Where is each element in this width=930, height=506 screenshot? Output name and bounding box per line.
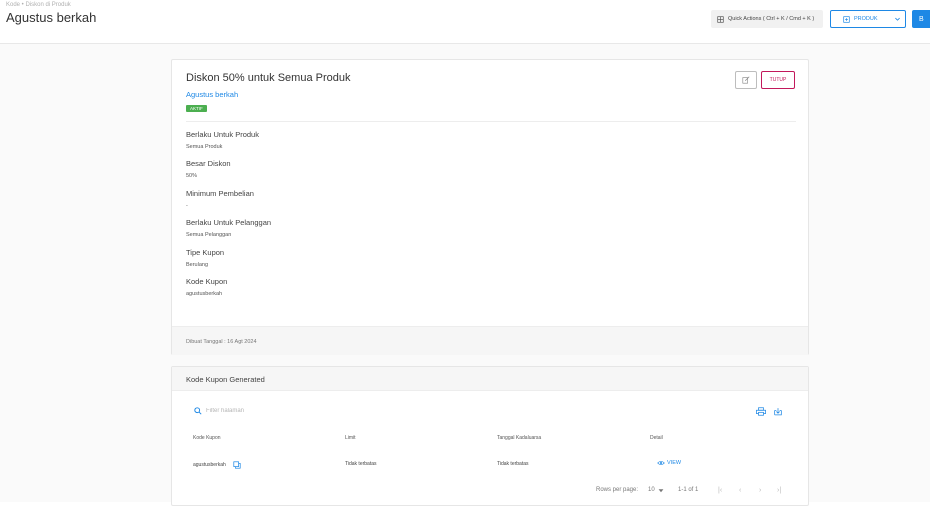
field-value: - xyxy=(186,203,188,209)
search-icon xyxy=(194,407,202,415)
pagination-range: 1-1 of 1 xyxy=(678,487,699,493)
created-date: Dibuat Tanggal : 16 Agt 2024 xyxy=(172,326,808,355)
field-label: Kode Kupon xyxy=(186,277,228,286)
field-besar-diskon: Besar Diskon 50% xyxy=(186,159,231,179)
field-minimum-pembelian: Minimum Pembelian - xyxy=(186,189,254,209)
rows-per-page-value: 10 xyxy=(648,487,655,493)
field-kode-kupon: Kode Kupon agustusberkah xyxy=(186,277,227,297)
main-content: Diskon 50% untuk Semua Produk Agustus be… xyxy=(0,44,930,506)
produk-label: PRODUK xyxy=(854,16,878,22)
rows-per-page-select[interactable]: 10 xyxy=(648,487,664,493)
filter-input[interactable] xyxy=(206,405,406,417)
coupon-codes-card: Kode Kupon Generated Kode Kupon Limit Ta… xyxy=(171,366,809,506)
field-label: Berlaku Untuk Pelanggan xyxy=(186,218,272,227)
discount-detail-card: Diskon 50% untuk Semua Produk Agustus be… xyxy=(171,59,809,355)
field-tipe-kupon: Tipe Kupon Berulang xyxy=(186,248,224,268)
field-pelanggan: Berlaku Untuk Pelanggan Semua Pelanggan xyxy=(186,218,271,238)
field-value: 50% xyxy=(186,173,198,179)
print-icon[interactable] xyxy=(756,407,766,416)
discount-title: Diskon 50% untuk Semua Produk xyxy=(186,72,351,84)
view-link[interactable]: VIEW xyxy=(657,460,681,466)
tutup-button[interactable]: TUTUP xyxy=(761,71,795,89)
command-icon xyxy=(717,15,724,23)
field-label: Besar Diskon xyxy=(186,159,231,168)
field-value: Semua Produk xyxy=(186,144,223,150)
primary-action-label: B xyxy=(919,15,924,23)
edit-button[interactable] xyxy=(735,71,757,89)
coupon-limit: Tidak terbatas xyxy=(345,461,377,467)
field-label: Tipe Kupon xyxy=(186,248,225,257)
chevron-down-icon xyxy=(894,17,900,21)
rows-per-page-label: Rows per page: xyxy=(596,487,639,493)
breadcrumb[interactable]: Kode • Diskon di Produk xyxy=(6,2,71,8)
download-icon[interactable] xyxy=(773,407,783,416)
last-page-icon[interactable]: ›| xyxy=(777,487,781,494)
field-produk: Berlaku Untuk Produk Semua Produk xyxy=(186,130,259,150)
column-header-detail[interactable]: Detail xyxy=(650,435,663,441)
produk-button[interactable]: PRODUK xyxy=(830,10,906,28)
field-value: agustusberkah xyxy=(186,291,223,297)
column-header-limit[interactable]: Limit xyxy=(345,435,356,441)
status-badge: AKTIF xyxy=(186,105,207,112)
column-header-kode[interactable]: Kode Kupon xyxy=(193,435,221,441)
caret-down-icon xyxy=(658,488,664,492)
first-page-icon[interactable]: |‹ xyxy=(718,487,722,494)
plus-box-icon xyxy=(843,15,850,23)
coupon-code: agustusberkah xyxy=(193,462,226,468)
field-label: Minimum Pembelian xyxy=(186,189,254,198)
field-value: Semua Pelanggan xyxy=(186,232,232,238)
quick-actions-button[interactable]: Quick Actions ( Ctrl + K / Cmd + K ) xyxy=(711,10,823,28)
coupon-code-cell: agustusberkah xyxy=(193,461,241,469)
prev-page-icon[interactable]: ‹ xyxy=(739,487,741,494)
column-header-expiry[interactable]: Tanggal Kadaluarsa xyxy=(497,435,541,441)
next-page-icon[interactable]: › xyxy=(759,487,761,494)
edit-icon xyxy=(742,76,750,84)
view-label: VIEW xyxy=(667,460,682,466)
field-label: Berlaku Untuk Produk xyxy=(186,130,259,139)
copy-icon[interactable] xyxy=(233,461,241,469)
quick-actions-label: Quick Actions ( Ctrl + K / Cmd + K ) xyxy=(728,16,815,22)
field-value: Berulang xyxy=(186,262,209,268)
primary-action-button[interactable]: B xyxy=(912,10,930,28)
coupon-codes-title: Kode Kupon Generated xyxy=(172,367,808,391)
coupon-expiry: Tidak terbatas xyxy=(497,461,529,467)
top-bar: Kode • Diskon di Produk Agustus berkah Q… xyxy=(0,0,930,44)
divider xyxy=(186,121,796,122)
page-title: Agustus berkah xyxy=(6,10,97,25)
store-link[interactable]: Agustus berkah xyxy=(186,90,238,99)
eye-icon xyxy=(657,461,665,465)
